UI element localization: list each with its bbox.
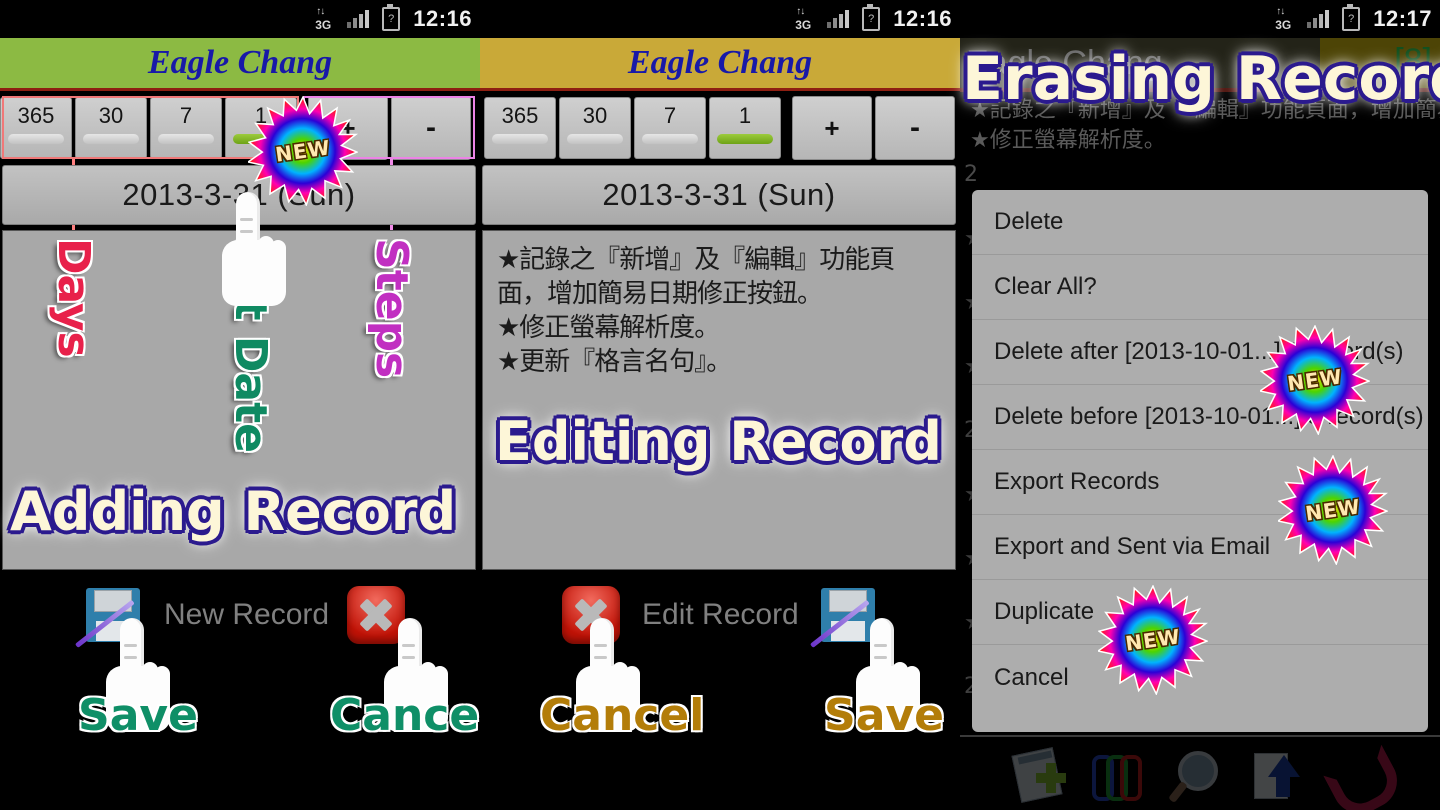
panel-editing-record: ↑↓ 3G ? 12:16 Eagle Chang 365 30 7 1 + -… xyxy=(480,0,960,810)
note-line: ★修正螢幕解析度。 xyxy=(970,128,1166,153)
app-title-bar-mid: Eagle Chang xyxy=(480,38,960,91)
annotation-set-date: Set Date xyxy=(225,238,276,453)
status-clock: 12:16 xyxy=(893,6,952,31)
screenshot-root: ↑↓ 3G ? 12:16 Eagle Chang 365 30 7 1 + -… xyxy=(0,0,1440,810)
dialog-item-delete-after[interactable]: Delete after [2013-10-01...] 1 record(s) xyxy=(972,320,1428,385)
cancel-icon-mid[interactable] xyxy=(562,586,620,644)
action-bar-mid: Edit Record xyxy=(480,580,960,650)
save-icon-mid[interactable] xyxy=(809,584,879,648)
caption-erasing-record: Erasing Record xyxy=(962,44,1440,114)
export-document-icon[interactable] xyxy=(1248,749,1304,801)
decrement-button-mid[interactable]: - xyxy=(875,96,955,160)
increment-button-mid[interactable]: + xyxy=(792,96,872,160)
phone-icon[interactable] xyxy=(1323,744,1407,810)
day-button-1[interactable]: 1 xyxy=(709,97,781,159)
dialog-item-clear-all[interactable]: Clear All? xyxy=(972,255,1428,320)
dialog-item-delete-before[interactable]: Delete before [2013-10-01...] 8 record(s… xyxy=(972,385,1428,450)
save-icon-left[interactable] xyxy=(74,584,144,648)
action-title-mid: Edit Record xyxy=(642,598,799,631)
caption-adding-record: Adding Record xyxy=(10,480,457,543)
label-save-mid: Save xyxy=(824,690,944,741)
new-note-icon[interactable] xyxy=(1011,747,1068,803)
note-line: ★記錄之『新增』及『編輯』功能頁 xyxy=(497,245,895,275)
app-title: Eagle Chang xyxy=(627,44,813,81)
status-bar-mid: ↑↓ 3G ? 12:16 xyxy=(480,0,960,38)
day-button-365[interactable]: 365 xyxy=(0,97,72,159)
day-range-button-row-mid: 365 30 7 1 + - xyxy=(480,95,960,161)
battery-unknown-icon: ? xyxy=(382,4,401,31)
3g-icon: ↑↓ 3G xyxy=(795,6,812,32)
label-cancel-left: Cancel xyxy=(330,690,480,741)
cancel-icon-left[interactable] xyxy=(347,586,406,644)
date-value: 2013-3-31 (Sun) xyxy=(602,177,836,212)
action-bar-left: New Record xyxy=(0,580,480,650)
date-field-mid[interactable]: 2013-3-31 (Sun) xyxy=(482,165,956,225)
status-clock: 12:16 xyxy=(413,6,472,31)
day-range-button-row-left: 365 30 7 1 + - xyxy=(0,95,480,161)
decrement-button-left[interactable]: - xyxy=(391,96,471,160)
day-button-7[interactable]: 7 xyxy=(150,97,222,159)
dialog-item-export-email[interactable]: Export and Sent via Email xyxy=(972,515,1428,580)
day-button-1[interactable]: 1 xyxy=(225,97,297,159)
day-button-30[interactable]: 30 xyxy=(559,97,631,159)
action-title-left: New Record xyxy=(164,598,330,631)
3g-icon: ↑↓ 3G xyxy=(315,6,332,32)
magnifier-icon[interactable] xyxy=(1168,749,1224,804)
app-title-bar-left: Eagle Chang xyxy=(0,38,480,91)
dialog-item-export-records[interactable]: Export Records xyxy=(972,450,1428,515)
status-bar-right: ↑↓ 3G ? 12:17 xyxy=(960,0,1440,38)
release-notes-mid: ★記錄之『新增』及『編輯』功能頁 面，增加簡易日期修正按鈕。 ★修正螢幕解析度。… xyxy=(497,243,945,379)
note-line: ★修正螢幕解析度。 xyxy=(497,313,720,343)
increment-button-left[interactable]: + xyxy=(308,96,388,160)
erase-options-dialog: Delete Clear All? Delete after [2013-10-… xyxy=(972,190,1428,732)
note-line: ★更新『格言名句』。 xyxy=(497,347,732,377)
day-button-7[interactable]: 7 xyxy=(634,97,706,159)
signal-bars-icon xyxy=(1307,10,1330,28)
panel-adding-record: ↑↓ 3G ? 12:16 Eagle Chang 365 30 7 1 + -… xyxy=(0,0,480,810)
date-field-left[interactable]: 2013-3-31 (Sun) xyxy=(2,165,476,225)
day-button-30[interactable]: 30 xyxy=(75,97,147,159)
dialog-item-duplicate[interactable]: Duplicate xyxy=(972,580,1428,645)
day-button-365[interactable]: 365 xyxy=(484,97,556,159)
note-line: 面，增加簡易日期修正按鈕。 xyxy=(497,279,823,309)
date-value: 2013-3-31 (Sun) xyxy=(122,177,356,212)
signal-bars-icon xyxy=(827,10,850,28)
panel-erasing-record: ↑↓ 3G ? 12:17 Eagle Chang [8] ★記錄之『新增』及 … xyxy=(960,0,1440,810)
battery-unknown-icon: ? xyxy=(862,4,881,31)
label-save-left: Save xyxy=(78,690,198,741)
app-title: Eagle Chang xyxy=(147,44,333,81)
content-area-mid: ★記錄之『新增』及『編輯』功能頁 面，增加簡易日期修正按鈕。 ★修正螢幕解析度。… xyxy=(482,230,956,570)
caption-editing-record: Editing Record xyxy=(495,410,942,473)
battery-unknown-icon: ? xyxy=(1342,4,1361,31)
3g-icon: ↑↓ 3G xyxy=(1275,6,1292,32)
dialog-item-cancel[interactable]: Cancel xyxy=(972,645,1428,710)
annotation-days: Days xyxy=(48,238,99,358)
dialog-item-delete[interactable]: Delete xyxy=(972,190,1428,255)
paperclips-icon[interactable] xyxy=(1090,749,1146,801)
bottom-icon-tray xyxy=(960,735,1440,810)
label-cancel-mid: Cancel xyxy=(540,690,705,741)
status-clock: 12:17 xyxy=(1373,6,1432,31)
annotation-steps: Steps xyxy=(366,238,417,379)
signal-bars-icon xyxy=(347,10,370,28)
status-bar-left: ↑↓ 3G ? 12:16 xyxy=(0,0,480,38)
